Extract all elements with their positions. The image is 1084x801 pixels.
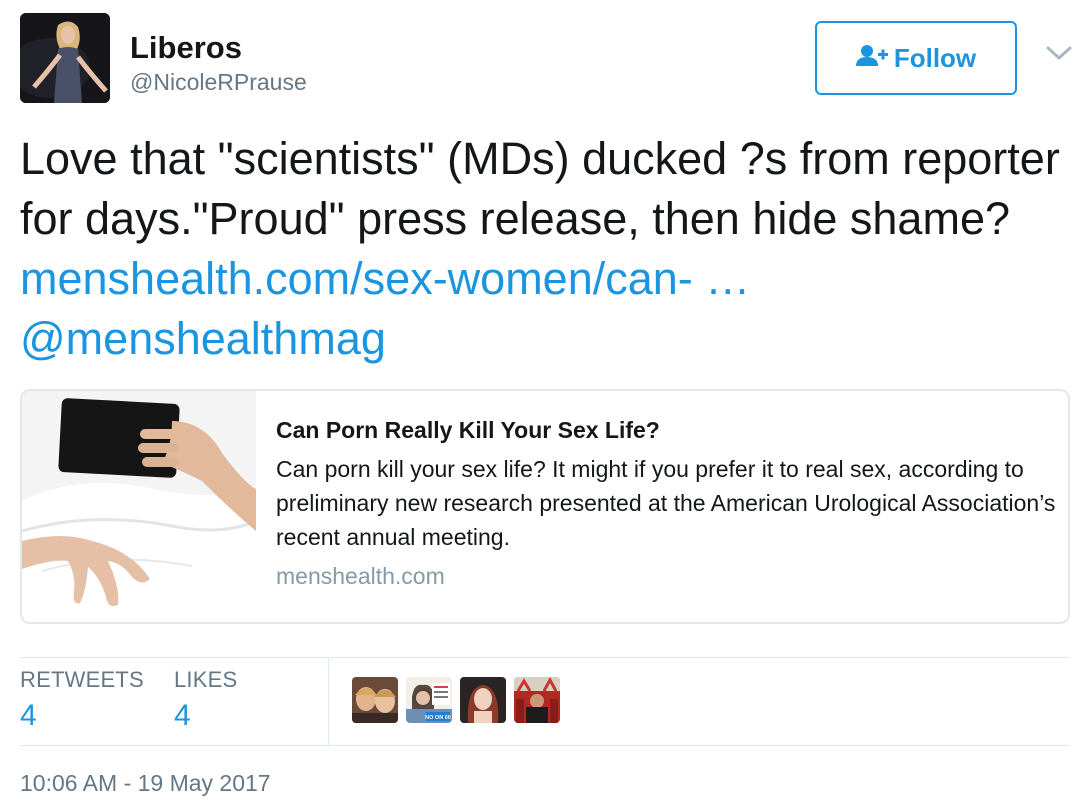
follow-button[interactable]: Follow	[815, 21, 1017, 95]
follow-button-label: Follow	[893, 42, 977, 73]
chevron-down-icon[interactable]	[1045, 43, 1073, 63]
user-handle[interactable]: @NicoleRPrause	[130, 69, 307, 96]
tweet-mention[interactable]: @menshealthmag	[20, 313, 386, 364]
tweet-header: Liberos @NicoleRPrause Follow	[20, 13, 1073, 105]
card-body: Can Porn Really Kill Your Sex Life? Can …	[276, 415, 1056, 590]
tweet-timestamp[interactable]: 10:06 AM - 19 May 2017	[20, 770, 271, 797]
add-user-icon	[855, 44, 888, 73]
tweet-text: Love that "scientists" (MDs) ducked ?s f…	[20, 129, 1070, 369]
tweet-stats: RETWEETS 4 LIKES 4 NO ON 60	[20, 657, 1070, 745]
divider-bottom	[20, 745, 1070, 746]
liker-avatar[interactable]	[514, 677, 560, 723]
card-description: Can porn kill your sex life? It might if…	[276, 456, 1056, 550]
liker-avatar[interactable]	[352, 677, 398, 723]
retweets-stat[interactable]: RETWEETS 4	[20, 667, 144, 733]
card-thumbnail	[22, 391, 257, 622]
liker-badge-text: NO ON 60	[425, 715, 451, 721]
card-domain: menshealth.com	[276, 563, 445, 589]
tweet-link[interactable]: menshealth.com/sex-women/can- …	[20, 253, 750, 304]
tweet-body: Love that "scientists" (MDs) ducked ?s f…	[20, 133, 1060, 244]
user-display-name[interactable]: Liberos	[130, 30, 242, 66]
link-card[interactable]: Can Porn Really Kill Your Sex Life? Can …	[20, 389, 1070, 624]
stats-separator	[328, 657, 329, 745]
retweets-count: 4	[20, 699, 37, 732]
user-avatar[interactable]	[20, 13, 110, 103]
card-title: Can Porn Really Kill Your Sex Life?	[276, 417, 660, 443]
likes-stat[interactable]: LIKES 4	[174, 667, 237, 733]
retweets-label: RETWEETS	[20, 667, 144, 692]
liker-avatar[interactable]	[460, 677, 506, 723]
liker-avatar[interactable]: NO ON 60	[406, 677, 452, 723]
likes-count: 4	[174, 699, 191, 732]
likes-label: LIKES	[174, 667, 238, 692]
